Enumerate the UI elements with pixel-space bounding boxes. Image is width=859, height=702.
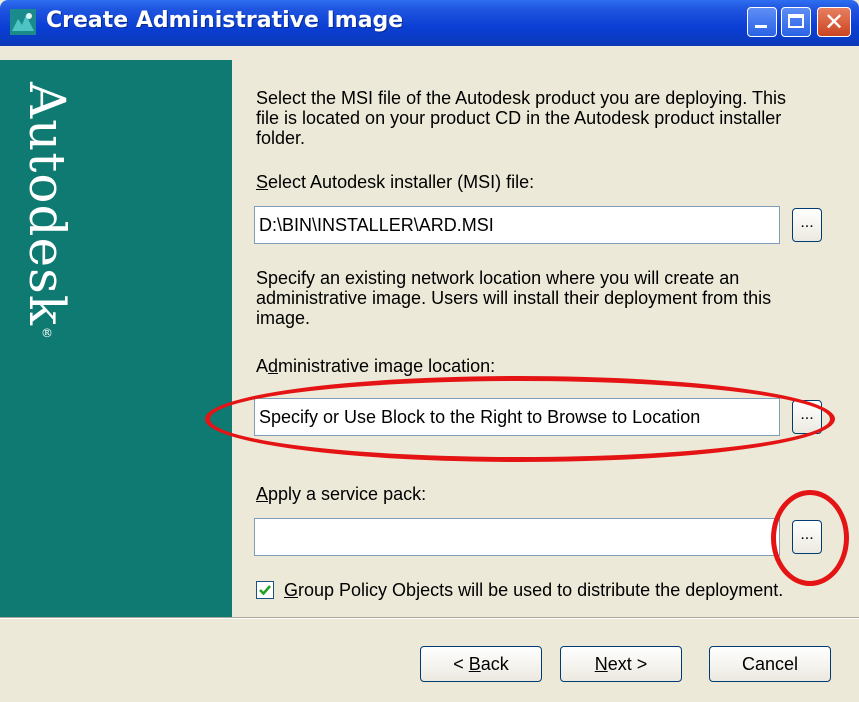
close-button[interactable]: ✕ [817,7,851,37]
service-pack-label-text: pply a service pack: [268,484,427,504]
msi-file-input[interactable]: D:\BIN\INSTALLER\ARD.MSI [254,206,780,244]
admin-label-text: ministrative image location: [278,356,496,376]
msi-browse-button[interactable]: ... [792,208,822,242]
close-icon: ✕ [823,8,845,36]
maximize-icon [788,14,804,28]
next-label: ext > [607,654,648,674]
network-line-2: administrative image. Users will install… [256,288,772,308]
autodesk-app-icon [10,9,36,35]
gpo-label-accelerator: G [284,580,299,600]
brand-logo: Autodesk® [18,82,76,341]
admin-label-prefix: A [256,356,269,376]
gpo-checkbox[interactable] [256,581,274,599]
footer-separator [0,617,859,619]
brand-registered-mark: ® [40,326,54,342]
service-pack-label-accelerator: A [256,484,269,504]
service-pack-browse-button[interactable]: ... [792,520,822,554]
msi-label-accelerator: S [256,172,269,192]
gpo-checkbox-label[interactable]: Group Policy Objects will be used to dis… [284,580,783,600]
back-button[interactable]: < Back [420,646,542,682]
admin-location-browse-button[interactable]: ... [792,400,822,434]
minimize-icon [755,25,767,28]
title-bar[interactable]: Create Administrative Image ✕ [0,0,859,46]
checkmark-icon [259,585,271,596]
service-pack-label: Apply a service pack: [256,484,426,504]
network-line-3: image. [256,308,311,328]
back-accelerator: B [468,654,481,674]
brand-panel: Autodesk® [0,60,232,617]
admin-location-input[interactable]: Specify or Use Block to the Right to Bro… [254,398,780,436]
intro-line-3: folder. [256,128,306,148]
msi-file-label: Select Autodesk installer (MSI) file: [256,172,534,192]
admin-label-accelerator: d [268,356,279,376]
next-button[interactable]: Next > [560,646,682,682]
service-pack-input[interactable] [254,518,780,556]
dialog-window: Create Administrative Image ✕ Autodesk® … [0,0,859,702]
back-arrow: < [453,654,469,674]
brand-name: Autodesk [18,82,76,327]
minimize-button[interactable] [747,7,777,37]
intro-line-1: Select the MSI file of the Autodesk prod… [256,88,786,108]
cancel-button[interactable]: Cancel [709,646,831,682]
msi-label-text: elect Autodesk installer (MSI) file: [268,172,535,192]
next-accelerator: N [594,654,608,674]
intro-line-2: file is located on your product CD in th… [256,108,782,128]
network-line-1: Specify an existing network location whe… [256,268,740,288]
back-label: ack [480,654,509,674]
admin-location-label: Administrative image location: [256,356,495,376]
window-title: Create Administrative Image [46,8,404,33]
maximize-button[interactable] [781,7,811,37]
gpo-label-text: roup Policy Objects will be used to dist… [298,580,784,600]
